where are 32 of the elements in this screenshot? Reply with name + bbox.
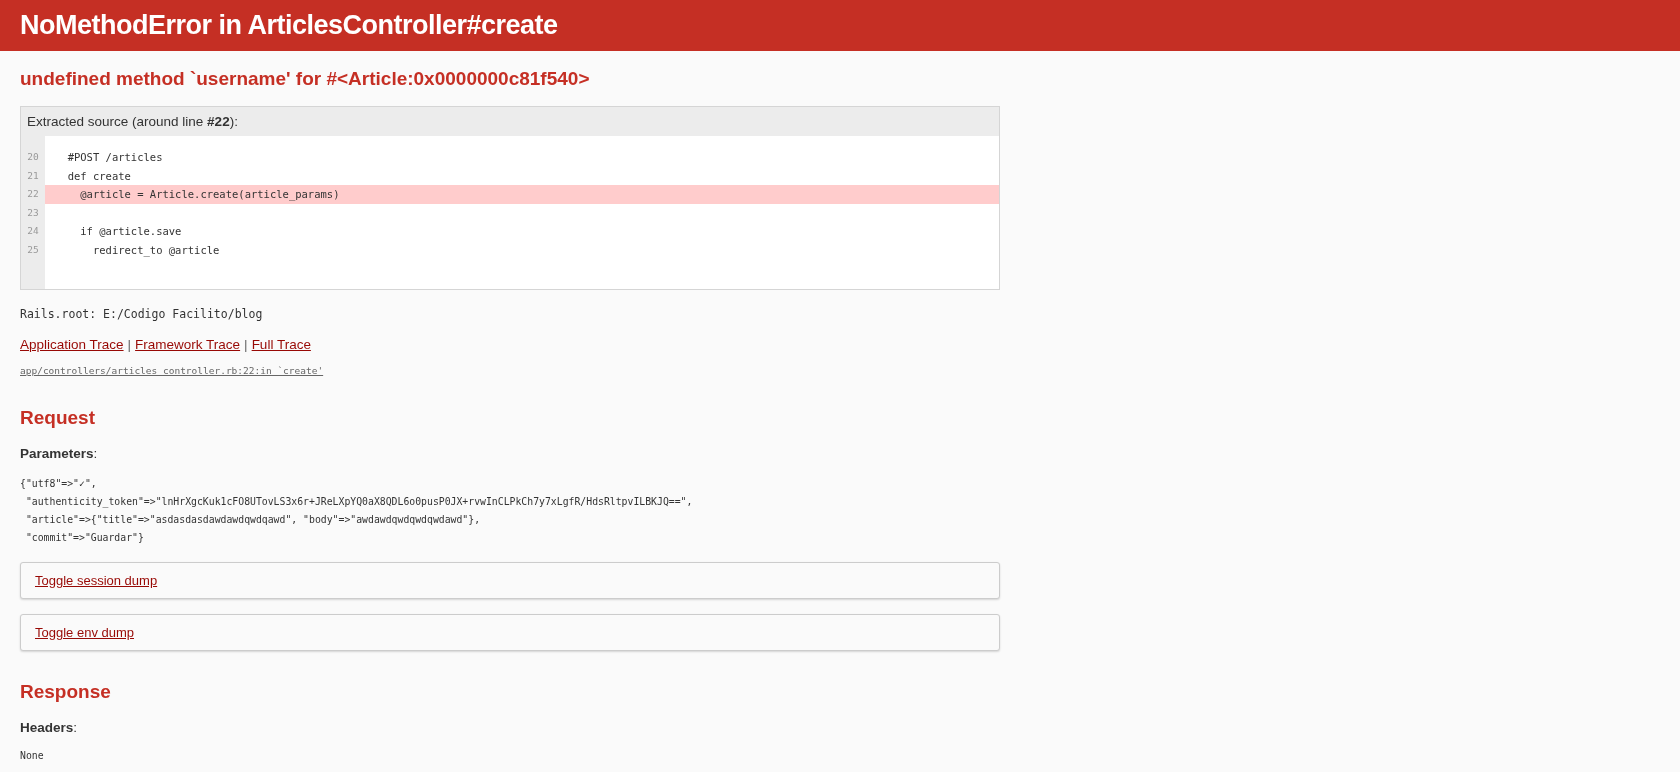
error-message: undefined method `username' for #<Article:0x0000000c81f540> bbox=[20, 68, 591, 90]
line-number: 23 bbox=[26, 205, 40, 220]
trace-link[interactable]: app/controllers/articles_controller.rb:22:in `create' bbox=[20, 365, 324, 376]
parameter-line: {"utf8"=>"✓", bbox=[20, 477, 98, 491]
separator: | bbox=[244, 337, 248, 352]
line-number: 22 bbox=[26, 187, 40, 201]
parameter-line: "article"=>{"title"=>"asdasdasdawdawdqwdqawd", "body"=>"awdawdqwdqwdqwdawd"}, bbox=[24, 513, 482, 527]
line-number: 20 bbox=[26, 150, 40, 164]
line-number: 21 bbox=[26, 168, 40, 183]
trace-link[interactable]: Framework Trace bbox=[135, 337, 241, 352]
code-line: redirect_to @article bbox=[91, 242, 221, 259]
line-number: 24 bbox=[26, 224, 40, 238]
parameter-line: "commit"=>"Guardar"} bbox=[24, 531, 145, 545]
separator: | bbox=[127, 337, 132, 352]
colon: : bbox=[73, 720, 78, 735]
source-caption: Extracted source (around line #22): bbox=[21, 107, 999, 136]
colon: : bbox=[93, 446, 98, 461]
page-title: NoMethodError in ArticlesController#create bbox=[20, 10, 558, 41]
code-line: #POST /articles bbox=[66, 150, 164, 165]
line-number: 25 bbox=[26, 242, 40, 257]
trace-link[interactable]: Application Trace bbox=[20, 337, 124, 352]
headers-value: None bbox=[20, 749, 45, 763]
parameter-line: "authenticity_token"=>"lnHrXgcKuk1cFO8UTovLS3x6r+JReLXpYQ0aX8QDL6o0pusP0JX+rvwInCLPkCh7y7xLgfR/HdsRltpvILBKJQ==", bbox=[24, 495, 694, 510]
code-line: def create bbox=[66, 168, 132, 184]
section-heading: Response bbox=[20, 681, 112, 703]
trace-link[interactable]: Full Trace bbox=[251, 337, 311, 352]
toggle-link[interactable]: Toggle env dump bbox=[35, 625, 134, 640]
rails-root: Rails.root: E:/Codigo Facilito/blog bbox=[20, 307, 264, 321]
toggle-link[interactable]: Toggle session dump bbox=[35, 573, 158, 588]
parameters-label: Parameters bbox=[20, 446, 94, 461]
code-line: if @article.save bbox=[79, 224, 183, 239]
section-heading: Request bbox=[20, 407, 96, 429]
